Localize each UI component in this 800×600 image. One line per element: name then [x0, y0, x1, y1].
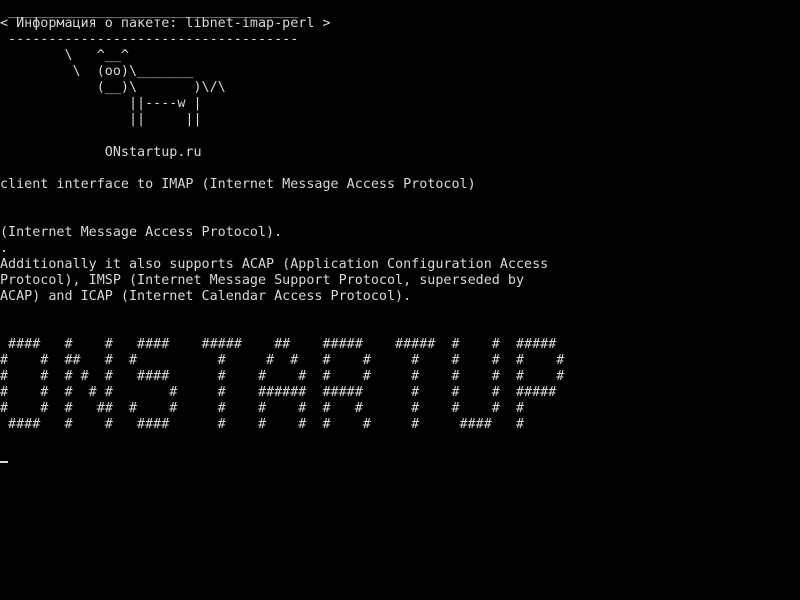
cowsay-art-line: || ||: [0, 112, 202, 127]
description-line: ACAP) and ICAP (Internet Calendar Access…: [0, 289, 412, 304]
banner-line: #### # # #### ##### ## ##### ##### # # #…: [0, 337, 557, 352]
text-cursor: [0, 461, 8, 463]
site-credit: ONstartup.ru: [0, 145, 202, 160]
banner-line: #### # # #### # # # # # # #### #: [0, 417, 525, 432]
cowsay-art-line: ||----w |: [0, 96, 202, 111]
terminal-screen[interactable]: ____________________________________ < И…: [0, 0, 800, 600]
banner-line: # # # ## # # # # # # # # # # #: [0, 401, 525, 416]
description-line: Additionally it also supports ACAP (Appl…: [0, 257, 549, 272]
description-line: Protocol), IMSP (Internet Message Suppor…: [0, 273, 525, 288]
cowsay-art-line: \ ^__^: [0, 48, 129, 63]
cowsay-bubble-bottom: ------------------------------------: [0, 32, 299, 47]
description-line: .: [0, 241, 9, 256]
description-line: (Internet Message Access Protocol).: [0, 225, 283, 240]
cowsay-art-line: \ (oo)\_______: [0, 64, 194, 79]
banner-line: # # # # # #### # # # # # # # # # #: [0, 369, 565, 384]
banner-line: # # # # # # # ###### ##### # # # #####: [0, 385, 557, 400]
cowsay-bubble-text: < Информация о пакете: libnet-imap-perl …: [0, 16, 331, 31]
package-summary: client interface to IMAP (Internet Messa…: [0, 177, 476, 192]
banner-line: # # ## # # # # # # # # # # # #: [0, 353, 565, 368]
cowsay-art-line: (__)\ )\/\: [0, 80, 226, 95]
